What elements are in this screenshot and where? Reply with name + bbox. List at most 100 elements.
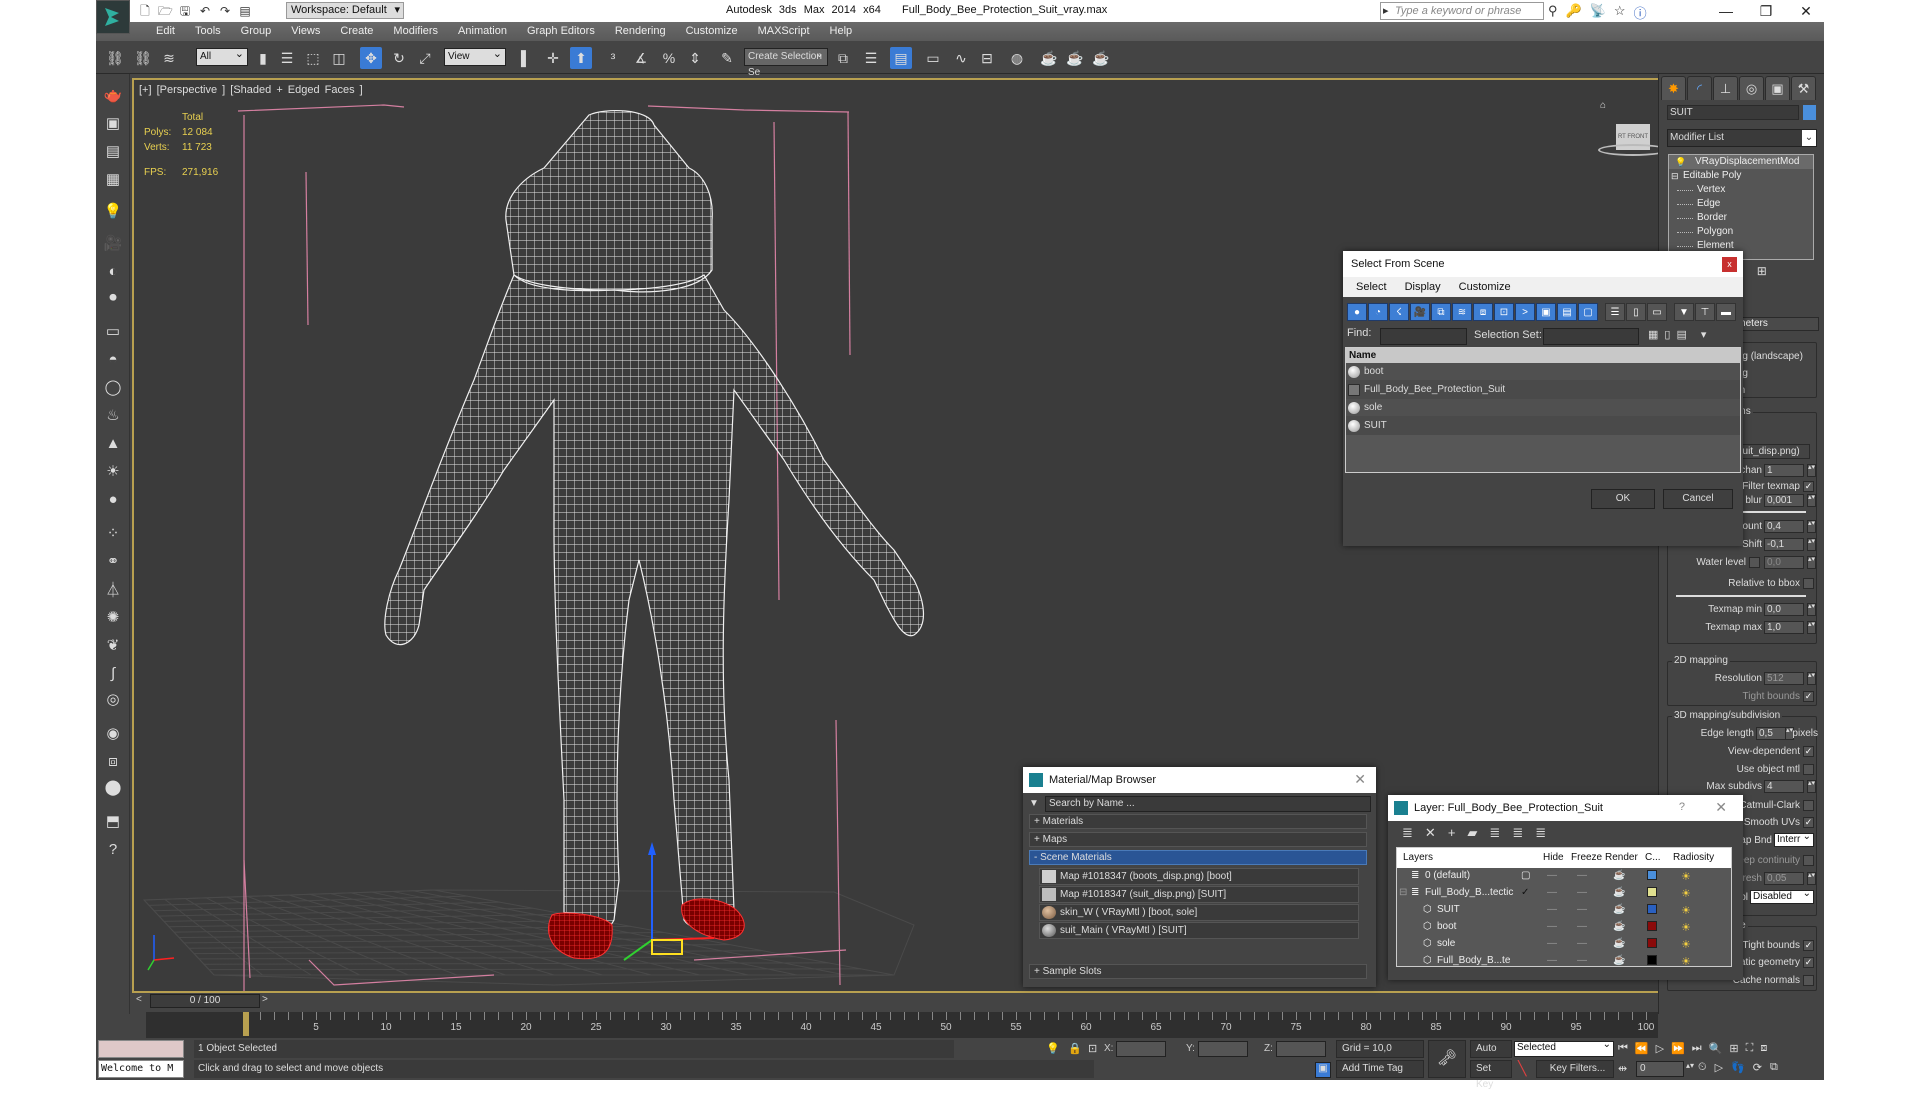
classic-catmull-checkbox[interactable]: [1803, 800, 1814, 811]
menu-animation[interactable]: Animation: [448, 22, 517, 41]
rectangular-selection-icon[interactable]: ⬚: [302, 47, 324, 69]
display-shapes-icon[interactable]: ◔: [1368, 303, 1388, 321]
stack-item-editable-poly[interactable]: ⊟ Editable Poly: [1669, 169, 1813, 183]
columns-icon[interactable]: ▬: [1716, 303, 1736, 321]
key-mode-toggle-icon[interactable]: ⇹: [1618, 1062, 1627, 1075]
freeze-toggle-icon[interactable]: —: [1577, 870, 1587, 881]
ies-light-icon[interactable]: ♨: [101, 404, 125, 426]
time-tag-icon[interactable]: ▣: [1315, 1062, 1331, 1078]
edit-named-selection-icon[interactable]: ✎: [716, 47, 738, 69]
app-logo-button[interactable]: [96, 0, 130, 34]
named-selection-sets-dropdown[interactable]: Create Selection Se: [744, 46, 828, 78]
display-all-icon[interactable]: ☰: [1605, 303, 1625, 321]
help-search-input[interactable]: Type a keyword or phrase: [1380, 2, 1544, 20]
section-scene-materials[interactable]: - Scene Materials: [1029, 850, 1367, 865]
preserve-map-dropdown[interactable]: Interr: [1774, 831, 1814, 847]
next-frame-button[interactable]: >: [262, 994, 268, 1005]
binoculars-icon[interactable]: ⚲: [1548, 3, 1558, 22]
camera-red-icon[interactable]: ⏺: [101, 286, 125, 308]
field-of-view-icon[interactable]: ▷: [1715, 1061, 1723, 1074]
go-to-end-icon[interactable]: ⏭: [1692, 1042, 1702, 1055]
current-frame-spinner[interactable]: ▴▾: [1686, 1061, 1694, 1070]
workspace-dropdown[interactable]: Workspace: Default ▾: [286, 2, 404, 19]
angle-snap-icon[interactable]: ∡: [630, 47, 652, 69]
filter-options-icon[interactable]: ⊤: [1695, 303, 1715, 321]
grass-icon[interactable]: ❦: [101, 634, 125, 656]
select-object-icon[interactable]: ▮: [252, 47, 274, 69]
cone-light-icon[interactable]: ▲: [101, 432, 125, 454]
layer-color-swatch[interactable]: [1647, 870, 1657, 880]
filter-blur-input[interactable]: 0,001: [1764, 494, 1804, 507]
collapse-icon[interactable]: ⊟: [1399, 887, 1407, 898]
vector-displ-dropdown[interactable]: Disabled: [1750, 888, 1814, 904]
column-header-hide[interactable]: Hide: [1543, 852, 1564, 863]
static-geometry-checkbox[interactable]: ✓: [1803, 957, 1814, 968]
render-toggle-icon[interactable]: ☕: [1613, 870, 1625, 881]
select-none-icon[interactable]: ▯: [1664, 328, 1670, 341]
freeze-toggle-icon[interactable]: —: [1577, 921, 1587, 932]
cancel-button[interactable]: Cancel: [1663, 489, 1733, 509]
select-invert-icon[interactable]: ▤: [1676, 328, 1686, 341]
scene-material-item[interactable]: Map #1018347 (boots_disp.png) [boot]: [1039, 868, 1359, 885]
scene-object-row[interactable]: Full_Body_Bee_Protection_Suit: [1346, 381, 1740, 399]
menu-views[interactable]: Views: [281, 22, 330, 41]
menu-edit[interactable]: Edit: [146, 22, 185, 41]
sphere-light-icon[interactable]: ●: [101, 488, 125, 510]
teapot-icon[interactable]: 🫖: [101, 84, 125, 106]
display-xrefs-icon[interactable]: ⊡: [1494, 303, 1514, 321]
select-and-link-icon[interactable]: ⛓: [104, 47, 126, 69]
reference-coordinate-dropdown[interactable]: View: [444, 46, 506, 66]
radiosity-icon[interactable]: ☀: [1681, 938, 1691, 951]
default-in-out-tangent-icon[interactable]: ╲: [1518, 1060, 1526, 1077]
layer-color-swatch[interactable]: [1647, 955, 1657, 965]
resolution-spinner[interactable]: ▴▾: [1807, 672, 1816, 685]
layer-color-swatch[interactable]: [1647, 904, 1657, 914]
freeze-unfreeze-all-icon[interactable]: ≣: [1535, 825, 1546, 841]
layer-row[interactable]: ⬡ sole — — ☕ ☀: [1397, 936, 1731, 953]
find-input[interactable]: [1380, 328, 1467, 345]
select-and-rotate-icon[interactable]: ↻: [388, 47, 410, 69]
water-level-spinner[interactable]: ▴▾: [1807, 556, 1816, 569]
radiosity-icon[interactable]: ☀: [1681, 870, 1691, 883]
unlink-icon[interactable]: ⛓: [132, 47, 154, 69]
view-dependent-checkbox[interactable]: ✓: [1803, 746, 1814, 757]
render-toggle-icon[interactable]: ☕: [1613, 955, 1625, 966]
display-lights-icon[interactable]: ☇: [1389, 303, 1409, 321]
layer-color-swatch[interactable]: [1647, 938, 1657, 948]
motion-tab-icon[interactable]: ◎: [1739, 76, 1764, 100]
scene-material-item[interactable]: Map #1018347 (suit_disp.png) [SUIT]: [1039, 886, 1359, 903]
display-groups-icon[interactable]: ⧈: [1473, 303, 1493, 321]
help-circle-icon[interactable]: ?: [101, 838, 125, 860]
mirror-icon[interactable]: ⧉: [832, 47, 854, 69]
edge-thresh-spinner[interactable]: ▴▾: [1807, 872, 1816, 885]
stack-item-vraydisplacementmod[interactable]: 💡 VRayDisplacementMod: [1669, 155, 1813, 169]
column-header-layers[interactable]: Layers: [1403, 852, 1433, 863]
menu-customize[interactable]: Customize: [676, 22, 748, 41]
layer-color-swatch[interactable]: [1647, 921, 1657, 931]
radiosity-icon[interactable]: ☀: [1681, 955, 1691, 968]
stack-item-border[interactable]: Border: [1669, 211, 1813, 225]
display-bones-icon[interactable]: >: [1515, 303, 1535, 321]
zoom-icon[interactable]: 🔍: [1709, 1042, 1723, 1055]
scene-material-item[interactable]: suit_Main ( VRayMtl ) [SUIT]: [1039, 922, 1359, 939]
curve-editor-icon[interactable]: ∿: [950, 47, 972, 69]
display-cameras-icon[interactable]: 🎥: [1410, 303, 1430, 321]
rendered-frame-window-icon[interactable]: ☕: [1064, 47, 1086, 69]
maxscript-listener-output[interactable]: [98, 1040, 184, 1058]
amount-spinner[interactable]: ▴▾: [1807, 520, 1816, 533]
window-crossing-icon[interactable]: ◫: [328, 47, 350, 69]
previous-key-icon[interactable]: ⏪: [1635, 1042, 1649, 1055]
menu-help[interactable]: Help: [820, 22, 863, 41]
hide-toggle-icon[interactable]: —: [1547, 887, 1557, 898]
freeze-toggle-icon[interactable]: —: [1577, 938, 1587, 949]
texture-chan-spinner[interactable]: ▴▾: [1807, 464, 1816, 477]
walk-through-icon[interactable]: 👣: [1731, 1061, 1745, 1074]
panel-icon[interactable]: ▤: [101, 140, 125, 162]
browser-options-icon[interactable]: ▼: [1029, 798, 1039, 809]
column-header-radiosity[interactable]: Radiosity: [1673, 852, 1714, 863]
display-space-warps-icon[interactable]: ≋: [1452, 303, 1472, 321]
layer-row[interactable]: ⬡ boot — — ☕ ☀: [1397, 919, 1731, 936]
menu-graph-editors[interactable]: Graph Editors: [517, 22, 605, 41]
close-button[interactable]: x: [1722, 257, 1737, 272]
texmap-min-input[interactable]: 0,0: [1764, 603, 1804, 616]
